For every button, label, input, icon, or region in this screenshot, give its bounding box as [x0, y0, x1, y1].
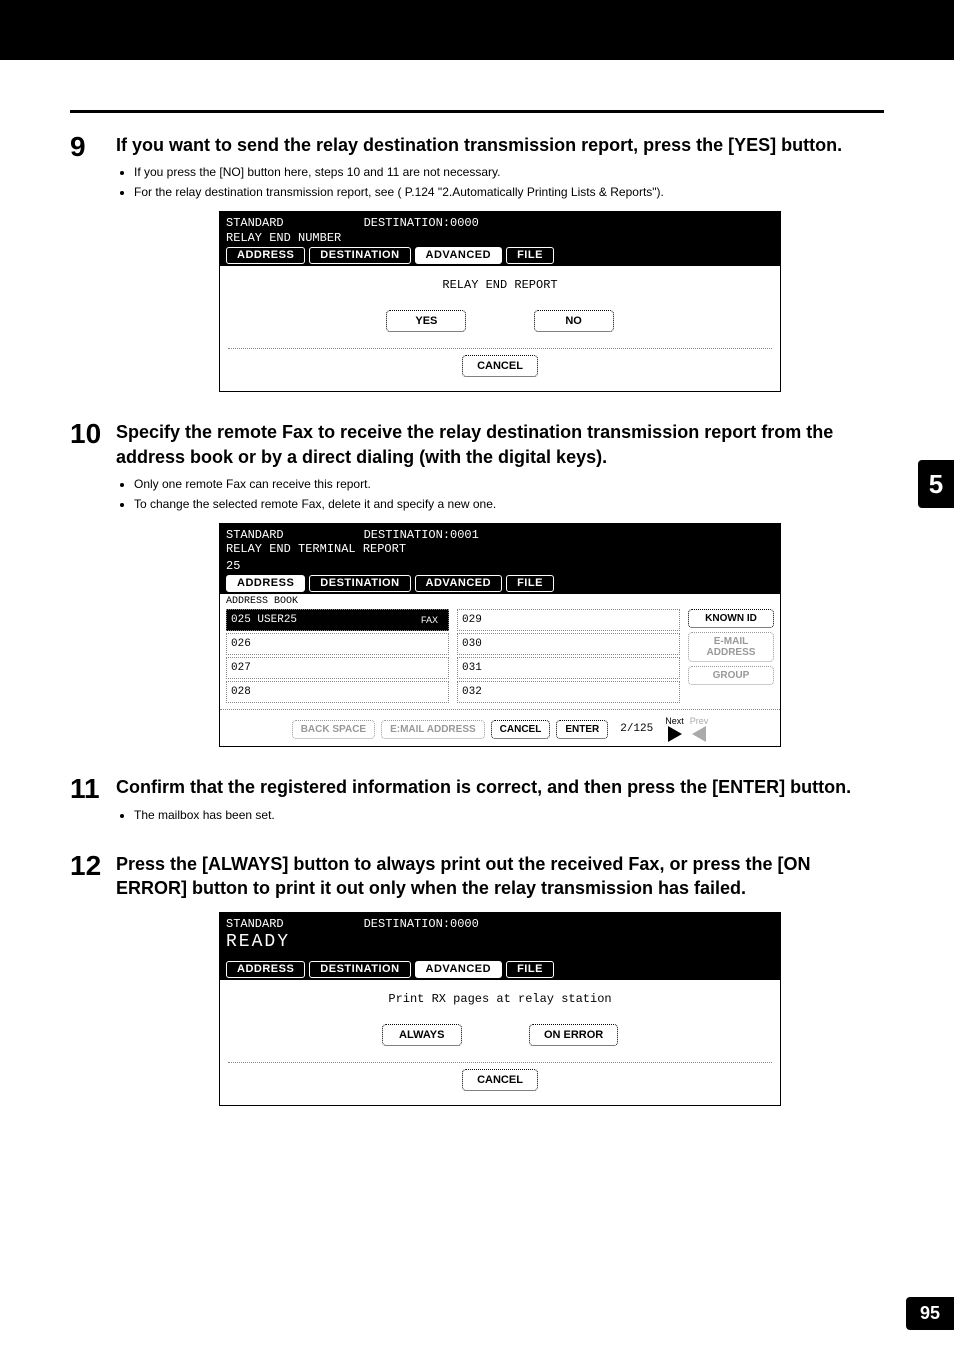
address-entry[interactable]: 032 — [457, 681, 680, 703]
tab-address[interactable]: ADDRESS — [226, 961, 305, 978]
mode-label: STANDARD — [226, 528, 284, 542]
step-number: 10 — [70, 420, 116, 448]
tab-address[interactable]: ADDRESS — [226, 247, 305, 264]
cancel-button[interactable]: CANCEL — [491, 720, 551, 739]
tab-destination[interactable]: DESTINATION — [309, 575, 410, 592]
tab-file[interactable]: FILE — [506, 575, 554, 592]
address-entry[interactable]: 031 — [457, 657, 680, 679]
tab-file[interactable]: FILE — [506, 961, 554, 978]
email-address-footer-button: E:MAIL ADDRESS — [381, 720, 485, 739]
step-title: If you want to send the relay destinatio… — [116, 133, 884, 157]
ready-label: READY — [226, 932, 774, 954]
tab-destination[interactable]: DESTINATION — [309, 961, 410, 978]
step-number: 12 — [70, 852, 116, 880]
address-entry[interactable]: 027 — [226, 657, 449, 679]
address-entry[interactable]: 029 — [457, 609, 680, 631]
dialed-number: 25 — [226, 559, 774, 573]
back-space-button: BACK SPACE — [292, 720, 375, 739]
mode-label: STANDARD — [226, 216, 284, 230]
destination-counter: DESTINATION:0000 — [364, 216, 479, 230]
address-entry[interactable]: 028 — [226, 681, 449, 703]
cancel-button[interactable]: CANCEL — [462, 355, 538, 377]
step-bullet: If you press the [NO] button here, steps… — [134, 163, 884, 181]
mail-address-button: E-MAIL ADDRESS — [688, 632, 774, 662]
chapter-tab: 5 — [918, 460, 954, 508]
body-label: RELAY END REPORT — [228, 278, 772, 292]
address-entry[interactable]: 026 — [226, 633, 449, 655]
page-counter: 2/125 — [620, 723, 653, 735]
fax-badge: FAX — [415, 615, 444, 625]
step-number: 9 — [70, 133, 116, 161]
enter-button[interactable]: ENTER — [556, 720, 608, 739]
step-bullet: Only one remote Fax can receive this rep… — [134, 475, 884, 493]
tab-advanced[interactable]: ADVANCED — [415, 247, 503, 264]
device-screen-print-rx: STANDARD DESTINATION:0000 READY ADDRESS … — [219, 912, 781, 1106]
screen-subtitle: RELAY END TERMINAL REPORT — [226, 542, 774, 556]
yes-button[interactable]: YES — [386, 310, 466, 332]
body-label: Print RX pages at relay station — [228, 992, 772, 1006]
destination-counter: DESTINATION:0001 — [364, 528, 479, 542]
address-entry[interactable]: 030 — [457, 633, 680, 655]
horizontal-rule — [70, 110, 884, 113]
step-bullet: The mailbox has been set. — [134, 806, 884, 824]
tab-advanced[interactable]: ADVANCED — [415, 575, 503, 592]
tab-destination[interactable]: DESTINATION — [309, 247, 410, 264]
device-screen-address-book: STANDARD DESTINATION:0001 RELAY END TERM… — [219, 523, 781, 747]
no-button[interactable]: NO — [534, 310, 614, 332]
tab-advanced[interactable]: ADVANCED — [415, 961, 503, 978]
page-number: 95 — [906, 1297, 954, 1330]
known-id-button[interactable]: KNOWN ID — [688, 609, 774, 628]
address-entry-selected[interactable]: 025 USER25 FAX — [226, 609, 449, 631]
step-title: Confirm that the registered information … — [116, 775, 884, 799]
cancel-button[interactable]: CANCEL — [462, 1069, 538, 1091]
step-bullet: For the relay destination transmission r… — [134, 183, 884, 201]
group-button: GROUP — [688, 666, 774, 685]
next-page-button[interactable]: Next — [665, 716, 684, 742]
tab-file[interactable]: FILE — [506, 247, 554, 264]
step-10: 10 Specify the remote Fax to receive the… — [70, 420, 884, 757]
prev-page-button: Prev — [690, 716, 709, 742]
step-12: 12 Press the [ALWAYS] button to always p… — [70, 852, 884, 1117]
screen-subtitle: RELAY END NUMBER — [226, 231, 774, 245]
step-number: 11 — [70, 775, 116, 803]
step-title: Specify the remote Fax to receive the re… — [116, 420, 884, 469]
destination-counter: DESTINATION:0000 — [364, 917, 479, 931]
step-9: 9 If you want to send the relay destinat… — [70, 133, 884, 402]
section-label: ADDRESS BOOK — [220, 594, 780, 609]
step-title: Press the [ALWAYS] button to always prin… — [116, 852, 884, 901]
mode-label: STANDARD — [226, 917, 284, 931]
always-button[interactable]: ALWAYS — [382, 1024, 462, 1046]
step-bullet: To change the selected remote Fax, delet… — [134, 495, 884, 513]
top-black-bar — [0, 0, 954, 60]
tab-address[interactable]: ADDRESS — [226, 575, 305, 592]
on-error-button[interactable]: ON ERROR — [529, 1024, 618, 1046]
device-screen-relay-end-report: STANDARD DESTINATION:0000 RELAY END NUMB… — [219, 211, 781, 392]
step-11: 11 Confirm that the registered informati… — [70, 775, 884, 833]
